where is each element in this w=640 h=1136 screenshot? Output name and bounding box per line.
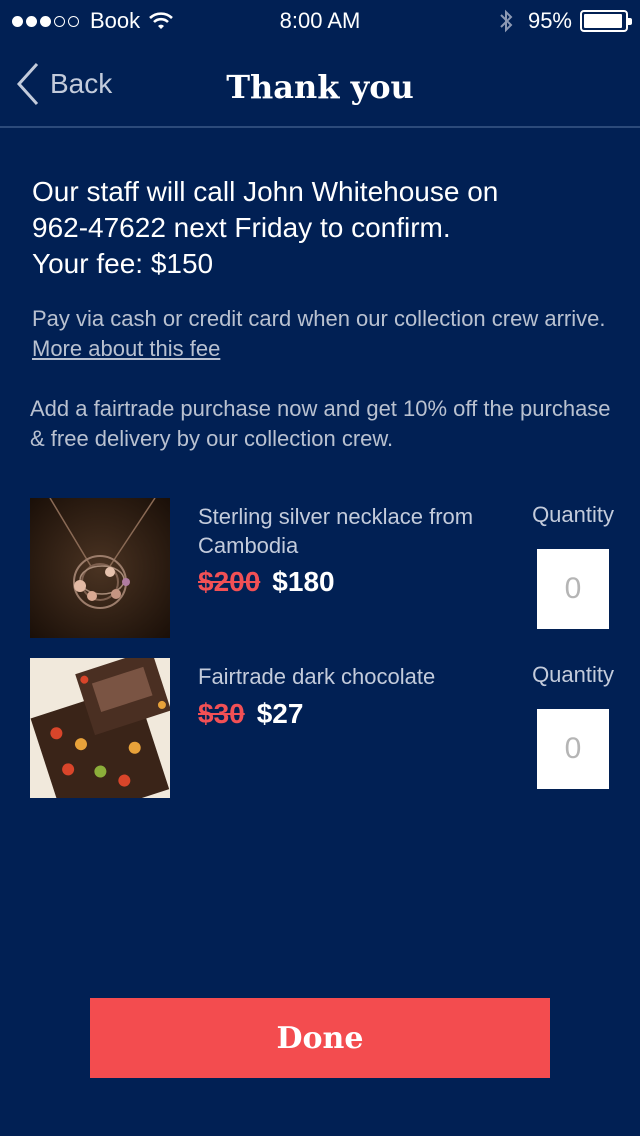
navigation-bar: Back Thank you <box>0 40 640 128</box>
price-row: $30 $27 <box>198 698 303 730</box>
chocolate-photo <box>30 658 170 798</box>
payment-note: Pay via cash or credit card when our col… <box>32 304 612 364</box>
original-price: $200 <box>198 566 261 597</box>
discounted-price: $27 <box>256 698 304 729</box>
product-item: Sterling silver necklace from Cambodia $… <box>30 498 620 638</box>
price-row: $200 $180 <box>198 566 335 598</box>
status-bar: Book 8:00 AM 95% <box>0 0 640 40</box>
done-button[interactable]: Done <box>90 998 550 1078</box>
product-name: Fairtrade dark chocolate <box>198 664 436 689</box>
product-item: Fairtrade dark chocolate $30 $27 Quantit… <box>30 658 620 798</box>
necklace-photo <box>30 498 170 638</box>
confirmation-message: Our staff will call John Whitehouse on 9… <box>32 174 612 282</box>
fee-line: Your fee: $150 <box>32 248 214 279</box>
quantity-label: Quantity <box>532 502 614 527</box>
status-right: 95% <box>498 8 632 34</box>
battery-percent: 95% <box>527 8 572 33</box>
battery-tip <box>628 18 632 25</box>
page-title: Thank you <box>226 68 414 106</box>
battery-icon <box>580 10 632 32</box>
discounted-price: $180 <box>272 566 335 597</box>
confirmation-line-1: Our staff will call John Whitehouse on <box>32 176 499 207</box>
battery-level-fill <box>584 14 622 28</box>
fairtrade-offer-note: Add a fairtrade purchase now and get 10%… <box>30 396 611 451</box>
quantity-input[interactable] <box>537 709 609 789</box>
thank-you-screen: Book 8:00 AM 95% Back Thank you Our staf… <box>0 0 640 1136</box>
bluetooth-icon <box>500 9 513 33</box>
confirmation-line-2: 962-47622 next Friday to confirm. <box>32 212 451 243</box>
quantity-label: Quantity <box>532 662 614 687</box>
quantity-input[interactable] <box>537 549 609 629</box>
original-price: $30 <box>198 698 245 729</box>
product-name: Sterling silver necklace from Cambodia <box>198 504 474 558</box>
more-about-fee-link[interactable]: More about this fee <box>32 336 220 361</box>
necklace-image-icon <box>30 498 170 638</box>
payment-note-text: Pay via cash or credit card when our col… <box>32 306 606 331</box>
chocolate-image-icon <box>30 658 170 798</box>
